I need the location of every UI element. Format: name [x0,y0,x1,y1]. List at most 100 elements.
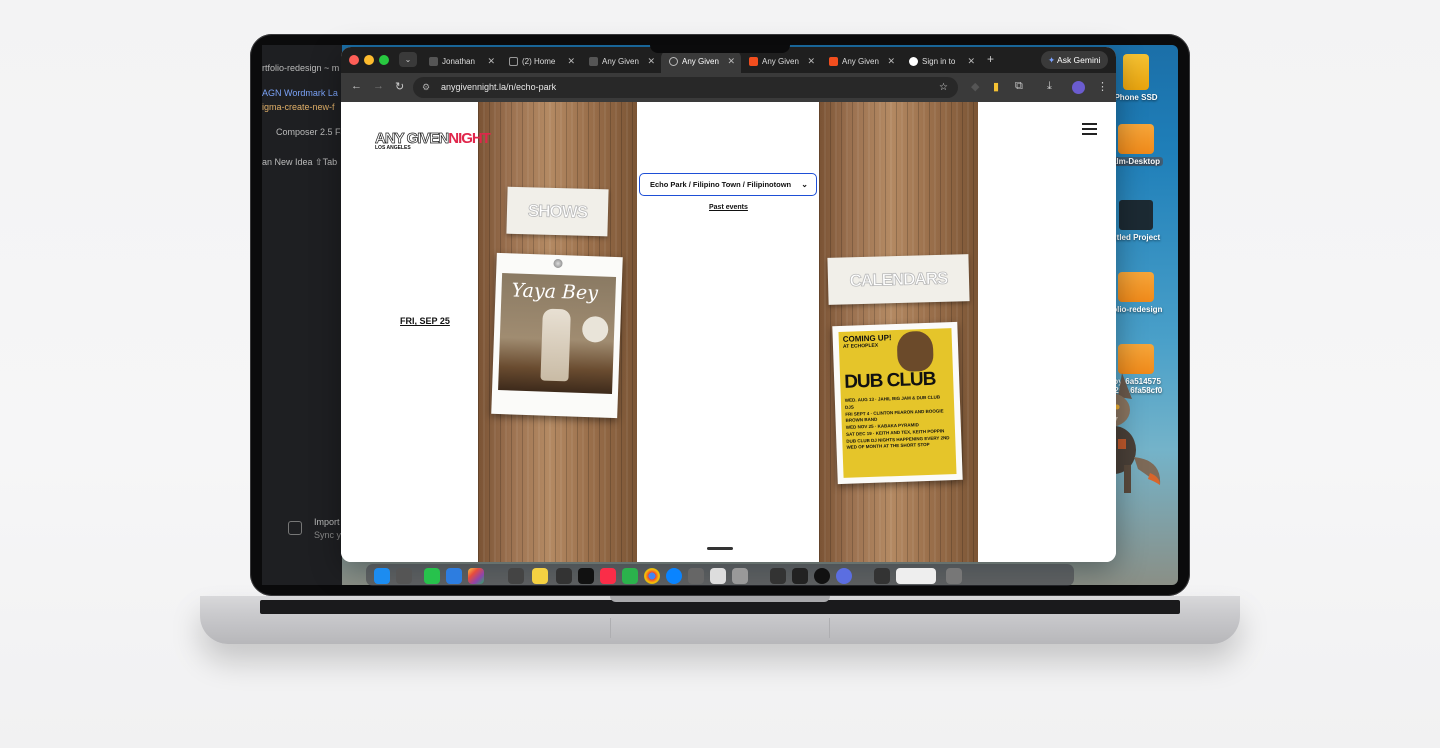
pencil-app-icon[interactable] [792,568,808,584]
github-icon [909,57,918,66]
window-thumb-icon[interactable] [874,568,890,584]
poster-line: AT ECHOPLEX [842,342,879,350]
camera-notch [650,45,790,53]
editor-breadcrumb[interactable]: rtfolio-redesign ~ m [262,63,339,73]
ask-gemini-button[interactable]: ✦ Ask Gemini [1041,51,1108,69]
tab-any-given-figma-1[interactable]: Any Given ✕ [741,50,821,73]
close-tab-icon[interactable]: ✕ [487,56,495,67]
gemini-sparkle-icon: ✦ [1048,55,1056,65]
profile-avatar[interactable] [1072,81,1085,94]
trash-icon[interactable] [946,568,962,584]
hamburger-menu-icon[interactable] [1082,123,1097,138]
scroll-handle[interactable] [707,547,733,550]
photos-icon[interactable] [468,568,484,584]
bookmark-star-icon[interactable]: ☆ [939,77,948,98]
desktop-item-label: folio-redesign [1109,305,1163,314]
download-icon[interactable]: ⤓ [1047,80,1052,93]
tab-any-given-figma-2[interactable]: Any Given ✕ [821,50,901,73]
shows-nav-card[interactable]: SHOWS [506,186,609,237]
extension-icon[interactable]: ◆ [971,80,979,93]
tab-sign-in-github[interactable]: Sign in to ✕ [901,50,981,73]
calendars-nav-card[interactable]: CALENDARS [827,254,970,305]
site-info-icon[interactable]: ⚙ [422,77,430,98]
launchpad-icon[interactable] [396,568,412,584]
base-seam [829,618,830,638]
maximize-window-icon[interactable] [379,55,389,65]
close-tab-icon[interactable]: ✕ [807,56,815,67]
folder-icon [1118,124,1154,154]
tab-label: Sign in to [922,57,956,66]
tab-jonathan[interactable]: Jonathan ✕ [421,50,501,73]
window-thumb-icon[interactable] [896,568,936,584]
tab-search-chevron-icon[interactable]: ⌄ [399,52,417,67]
preview-icon[interactable] [710,568,726,584]
close-tab-icon[interactable]: ✕ [567,56,575,67]
new-tab-button[interactable]: + [987,52,994,66]
mail-icon[interactable] [446,568,462,584]
base-seam [610,618,611,638]
site-logo[interactable]: ANY GIVENNIGHT LOS ANGELES [375,130,491,151]
calendars-label: CALENDARS [849,268,948,290]
close-window-icon[interactable] [349,55,359,65]
utility-icon[interactable] [770,568,786,584]
calendar-poster-card[interactable]: COMING UP! AT ECHOPLEX DUB CLUB WED. AUG… [832,321,963,485]
tab-label: (2) Home [522,57,556,66]
close-tab-icon[interactable]: ✕ [967,56,975,67]
sync-label: Sync y [314,530,342,540]
extensions-puzzle-icon[interactable]: ⧉ [1015,80,1023,93]
desktop-item-label: alm-Desktop [1108,157,1163,166]
composer-item[interactable]: Composer 2.5 Fa [276,127,342,137]
settings-icon[interactable] [688,568,704,584]
ask-gemini-label: Ask Gemini [1057,55,1101,65]
shows-label: SHOWS [527,200,588,222]
hinge-strip [260,600,1180,614]
import-label[interactable]: Import [314,517,340,527]
more-menu-icon[interactable]: ⋮ [1097,80,1108,93]
github-desktop-icon[interactable] [814,568,830,584]
desktop-item-label: Phone SSD [1114,93,1158,102]
plan-new-idea[interactable]: an New Idea ⇧Tab [262,157,337,168]
figma-icon [749,57,758,66]
tab-home[interactable]: (2) Home ✕ [501,50,581,73]
poster-line: DUB CLUB DJ NIGHTS HAPPENING EVERY 2ND W… [846,434,950,451]
address-bar[interactable]: ⚙ anygivennight.la/n/echo-park ☆ [413,77,958,98]
forward-arrow-icon[interactable]: → [373,80,384,92]
performer-figure [540,308,571,382]
extension-icon[interactable]: ▮ [993,80,999,93]
neighborhood-select[interactable]: Echo Park / Filipino Town / Filipinotown… [639,173,817,196]
url-text: anygivennight.la/n/echo-park [441,82,557,92]
back-arrow-icon[interactable]: ← [351,80,362,92]
app-icon[interactable] [732,568,748,584]
past-events-link[interactable]: Past events [709,204,748,211]
editor-line: igma-create-new-f [262,102,335,112]
home-icon [509,57,518,66]
finder-icon[interactable] [374,568,390,584]
notes-icon[interactable] [532,568,548,584]
music-icon[interactable] [600,568,616,584]
messages-icon[interactable] [424,568,440,584]
close-tab-icon[interactable]: ✕ [887,56,895,67]
project-file-icon [1119,200,1153,230]
apple-tv-icon[interactable] [578,568,594,584]
reminders-icon[interactable] [508,568,524,584]
close-tab-icon[interactable]: ✕ [647,56,655,67]
minimize-window-icon[interactable] [364,55,374,65]
chrome-icon[interactable] [644,568,660,584]
figma-grid-icon [429,57,438,66]
macos-dock [366,564,1074,586]
event-date-link[interactable]: FRI, SEP 25 [400,316,450,326]
voice-memos-icon[interactable] [556,568,572,584]
pin-icon [553,258,563,269]
reload-icon[interactable]: ↻ [395,80,404,93]
facetime-icon[interactable] [622,568,638,584]
globe-icon [669,57,678,66]
tab-any-given-active[interactable]: Any Given ✕ [661,50,741,73]
app-icon[interactable] [836,568,852,584]
cube-icon[interactable] [288,521,302,535]
event-poster-card[interactable]: Yaya Bey [491,252,623,419]
code-editor-window: rtfolio-redesign ~ m AGN Wordmark La igm… [262,45,342,585]
safari-icon[interactable] [666,568,682,584]
close-tab-icon[interactable]: ✕ [727,56,735,67]
address-toolbar: ← → ↻ ⚙ anygivennight.la/n/echo-park ☆ ◆… [341,73,1116,102]
tab-any-given-1[interactable]: Any Given ✕ [581,50,661,73]
